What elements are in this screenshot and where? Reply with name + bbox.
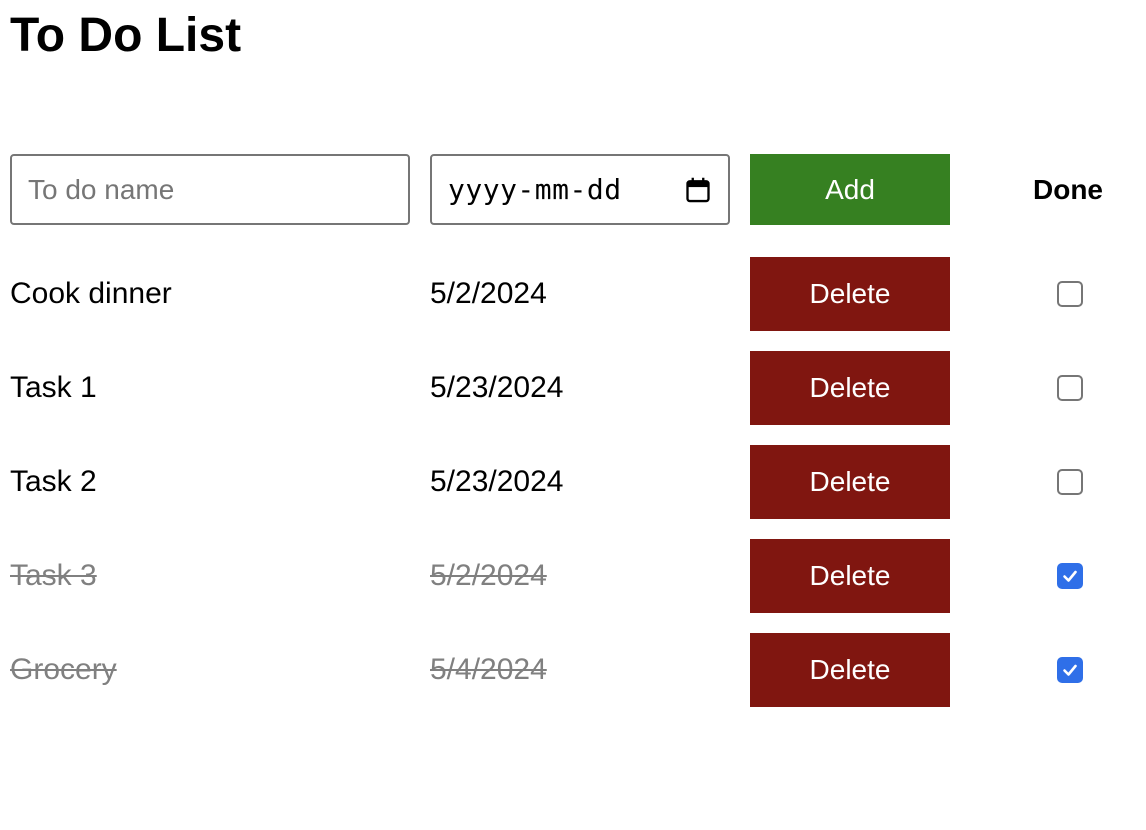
done-checkbox[interactable] xyxy=(1057,281,1083,307)
todo-row: Task 2 5/23/2024 Delete xyxy=(10,445,1130,519)
add-todo-form: yyyy-mm-dd Add Done xyxy=(10,154,1130,226)
delete-button[interactable]: Delete xyxy=(750,539,950,613)
todo-name: Task 1 xyxy=(10,371,97,404)
todo-name: Cook dinner xyxy=(10,277,172,310)
done-checkbox[interactable] xyxy=(1057,563,1083,589)
todo-row: Task 1 5/23/2024 Delete xyxy=(10,351,1130,425)
todo-name: Task 3 xyxy=(10,559,97,592)
add-button[interactable]: Add xyxy=(750,154,950,225)
date-placeholder: yyyy-mm-dd xyxy=(448,173,622,206)
calendar-icon[interactable] xyxy=(684,176,712,204)
todo-date: 5/2/2024 xyxy=(430,277,547,310)
todo-row: Grocery 5/4/2024 Delete xyxy=(10,633,1130,707)
delete-button[interactable]: Delete xyxy=(750,257,950,331)
todo-row: Cook dinner 5/2/2024 Delete xyxy=(10,257,1130,331)
delete-button[interactable]: Delete xyxy=(750,445,950,519)
todo-row: Task 3 5/2/2024 Delete xyxy=(10,539,1130,613)
check-icon xyxy=(1063,664,1077,676)
todo-date: 5/4/2024 xyxy=(430,653,547,686)
todo-date: 5/2/2024 xyxy=(430,559,547,592)
todo-name: Task 2 xyxy=(10,465,97,498)
check-icon xyxy=(1063,570,1077,582)
delete-button[interactable]: Delete xyxy=(750,633,950,707)
todo-date: 5/23/2024 xyxy=(430,465,564,498)
page-title: To Do List xyxy=(10,9,242,62)
todo-name: Grocery xyxy=(10,653,117,686)
done-checkbox[interactable] xyxy=(1057,657,1083,683)
todo-date-input[interactable]: yyyy-mm-dd xyxy=(430,154,730,225)
done-checkbox[interactable] xyxy=(1057,469,1083,495)
done-checkbox[interactable] xyxy=(1057,375,1083,401)
delete-button[interactable]: Delete xyxy=(750,351,950,425)
todo-date: 5/23/2024 xyxy=(430,371,564,404)
done-column-header: Done xyxy=(1033,173,1103,205)
todo-name-input[interactable] xyxy=(10,154,410,225)
